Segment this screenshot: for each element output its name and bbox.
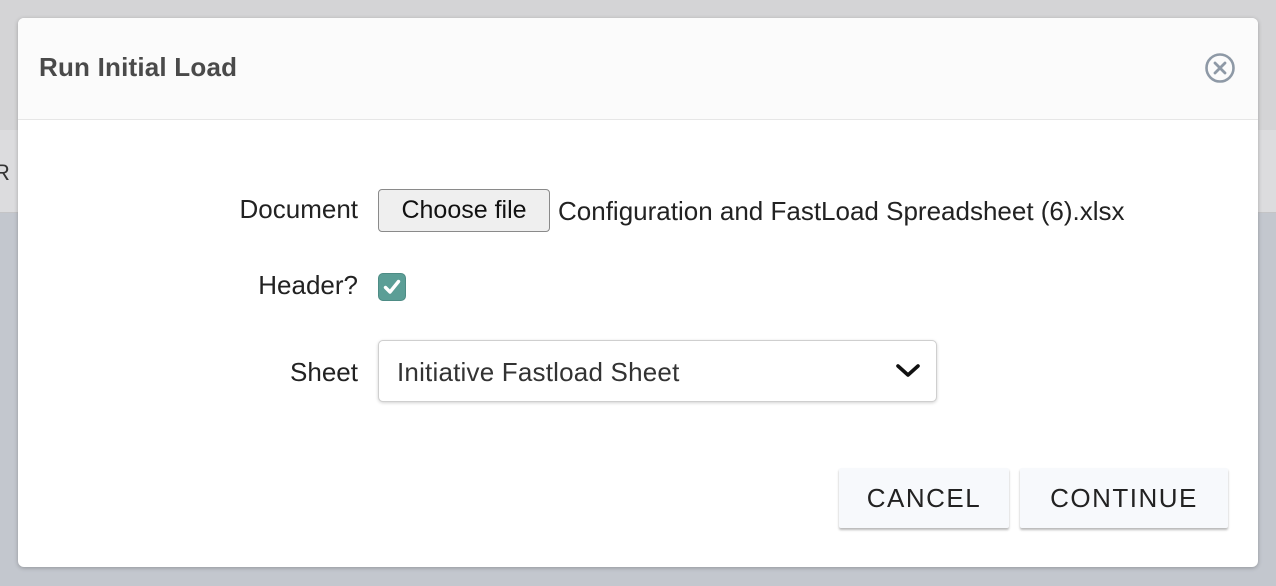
sheet-select[interactable]: Initiative Fastload Sheet xyxy=(378,340,937,402)
cancel-button[interactable]: CANCEL xyxy=(839,468,1009,528)
background-partial-text: R xyxy=(0,160,10,185)
close-button[interactable] xyxy=(1204,52,1236,84)
selected-file-name: Configuration and FastLoad Spreadsheet (… xyxy=(558,196,1125,226)
document-label: Document xyxy=(239,194,359,224)
choose-file-button[interactable]: Choose file xyxy=(378,189,550,232)
dialog-title: Run Initial Load xyxy=(39,52,238,82)
run-initial-load-dialog: Run Initial Load Document Choose file Co… xyxy=(18,18,1258,567)
sheet-label: Sheet xyxy=(290,357,358,387)
header-checkbox[interactable] xyxy=(378,273,406,301)
close-circle-icon xyxy=(1205,53,1235,83)
continue-button[interactable]: CONTINUE xyxy=(1020,468,1228,528)
header-label: Header? xyxy=(258,270,358,300)
sheet-select-value: Initiative Fastload Sheet xyxy=(397,357,680,387)
checkmark-icon xyxy=(383,279,401,294)
dialog-header: Run Initial Load xyxy=(18,18,1258,120)
chevron-down-icon xyxy=(896,364,920,377)
